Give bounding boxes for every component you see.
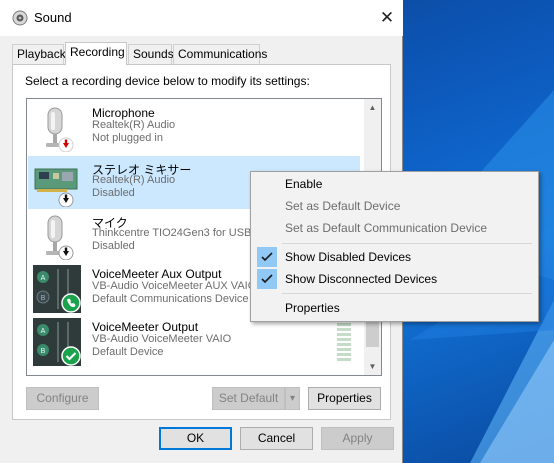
device-driver: Realtek(R) Audio — [92, 119, 176, 131]
menu-item-label: Set as Default Communication Device — [285, 221, 488, 235]
menu-item-set-default-communication-device[interactable]: Set as Default Communication Device — [254, 217, 535, 239]
menu-item-label: Show Disabled Devices — [285, 250, 412, 264]
svg-text:B: B — [41, 295, 46, 302]
window-title: Sound — [34, 10, 72, 25]
device-status: Default Communications Device — [92, 293, 249, 305]
menu-item-show-disabled-devices[interactable]: Show Disabled Devices — [254, 246, 535, 268]
properties-button[interactable]: Properties — [308, 387, 381, 410]
microphone-icon — [46, 215, 74, 260]
menu-item-label: Properties — [285, 301, 340, 315]
instruction-text: Select a recording device below to modif… — [25, 74, 310, 88]
checkmark-icon — [257, 269, 277, 289]
microphone-icon — [46, 107, 74, 152]
menu-item-label: Set as Default Device — [285, 199, 401, 213]
apply-button[interactable]: Apply — [321, 427, 394, 450]
red-down-arrow-badge — [58, 137, 74, 152]
checkmark-icon — [257, 247, 277, 267]
device-item[interactable]: A B VoiceMeeter Output VB-Audio VoiceMee… — [28, 315, 360, 368]
device-name: VoiceMeeter Output — [92, 320, 199, 334]
device-name: VoiceMeeter Aux Output — [92, 267, 222, 281]
device-status: Disabled — [92, 240, 135, 252]
sound-card-icon — [34, 168, 78, 207]
menu-separator — [282, 293, 532, 294]
device-driver: VB-Audio VoiceMeeter AUX VAIO — [92, 280, 257, 292]
device-status: Default Device — [92, 346, 164, 358]
device-name: Microphone — [92, 106, 155, 120]
device-status: Disabled — [92, 187, 135, 199]
menu-item-show-disconnected-devices[interactable]: Show Disconnected Devices — [254, 268, 535, 290]
device-driver: Realtek(R) Audio — [92, 174, 176, 186]
ok-button[interactable]: OK — [159, 427, 232, 450]
tab-sounds[interactable]: Sounds — [128, 44, 174, 64]
green-phone-badge — [61, 293, 81, 313]
speaker-icon — [12, 10, 28, 26]
scroll-up-icon[interactable]: ▲ — [364, 99, 381, 116]
menu-item-enable[interactable]: Enable — [254, 173, 535, 195]
menu-item-label: Enable — [285, 177, 323, 191]
close-icon[interactable]: ✕ — [374, 6, 400, 30]
set-default-button[interactable]: Set Default — [212, 387, 285, 410]
tab-playback[interactable]: Playback — [12, 44, 66, 64]
menu-item-set-default-device[interactable]: Set as Default Device — [254, 195, 535, 217]
svg-text:B: B — [41, 348, 46, 355]
svg-text:A: A — [41, 275, 46, 282]
voicemeeter-icon: A B — [33, 265, 81, 313]
tab-recording[interactable]: Recording — [65, 42, 127, 65]
device-driver: VB-Audio VoiceMeeter VAIO — [92, 333, 232, 345]
menu-separator — [282, 243, 532, 244]
title-bar: Sound ✕ — [0, 0, 403, 36]
tab-communications[interactable]: Communications — [173, 44, 267, 64]
menu-item-properties[interactable]: Properties — [254, 297, 535, 319]
device-status: Not plugged in — [92, 132, 163, 144]
device-item[interactable]: Microphone Realtek(R) Audio Not plugged … — [28, 101, 360, 154]
cancel-button[interactable]: Cancel — [240, 427, 313, 450]
configure-button[interactable]: Configure — [26, 387, 99, 410]
device-driver: Thinkcentre TIO24Gen3 for USB — [92, 227, 252, 239]
green-check-badge — [61, 346, 81, 366]
svg-text:A: A — [41, 328, 46, 335]
down-arrow-badge — [58, 245, 74, 260]
scroll-down-icon[interactable]: ▼ — [364, 358, 381, 375]
menu-item-label: Show Disconnected Devices — [285, 272, 438, 286]
down-arrow-badge — [58, 192, 74, 207]
set-default-dropdown-icon[interactable]: ▾ — [285, 387, 300, 410]
context-menu: Enable Set as Default Device Set as Defa… — [250, 171, 539, 322]
voicemeeter-icon: A B — [33, 318, 81, 366]
